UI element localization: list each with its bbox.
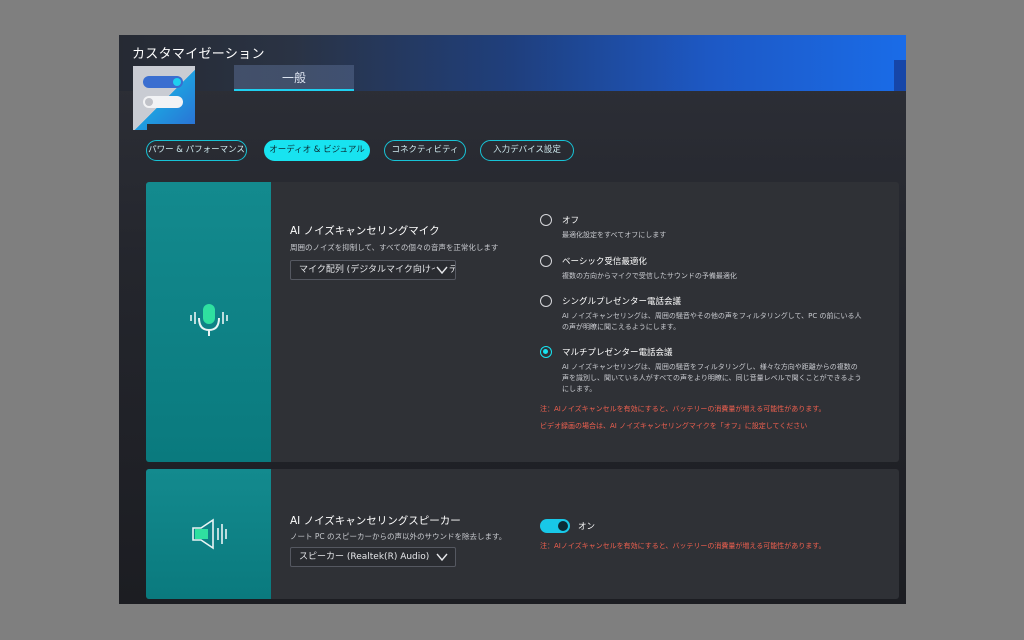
- mic-section-title: AI ノイズキャンセリングマイク: [290, 225, 440, 237]
- radio-multi-presenter[interactable]: [540, 346, 552, 358]
- speaker-section-title: AI ノイズキャンセリングスピーカー: [290, 515, 461, 527]
- option-off-label: オフ: [562, 216, 580, 226]
- customization-window: カスタマイゼーション 一般 パワー & パフォーマンス オーディオ & ビジュア…: [119, 35, 906, 604]
- microphone-icon: [190, 304, 228, 336]
- speaker-section-description: ノート PC のスピーカーからの声以外のサウンドを除去します。: [290, 532, 507, 541]
- mic-noise-cancel-card: AI ノイズキャンセリングマイク 周囲のノイズを抑制して、すべての個々の音声を正…: [146, 182, 899, 462]
- window-title: カスタマイゼーション: [132, 47, 265, 62]
- radio-off[interactable]: [540, 214, 552, 226]
- speaker-toggle-label: オン: [578, 522, 596, 532]
- speaker-device-value: スピーカー (Realtek(R) Audio): [299, 552, 430, 562]
- speaker-side-panel: [146, 469, 271, 599]
- option-basic-label: ベーシック受信最適化: [562, 257, 647, 267]
- mic-device-dropdown[interactable]: マイク配列 (デジタルマイク向けインテル: [290, 260, 456, 280]
- mic-side-panel: [146, 182, 271, 462]
- radio-single-presenter[interactable]: [540, 295, 552, 307]
- option-off-desc: 最適化設定をすべてオフにします: [562, 231, 667, 239]
- tab-power-performance[interactable]: パワー & パフォーマンス: [146, 140, 247, 161]
- tab-general[interactable]: 一般: [234, 65, 354, 91]
- sub-tab-bar: パワー & パフォーマンス オーディオ & ビジュアル コネクティビティ 入力デ…: [119, 140, 906, 162]
- customization-app-icon: [133, 66, 195, 130]
- speaker-battery-warning: 注：AIノイズキャンセルを有効にすると、バッテリーの消費量が増える可能性がありま…: [540, 542, 826, 550]
- option-multi-presenter-desc: AI ノイズキャンセリングは、周囲の騒音をフィルタリングし、様々な方向や距離から…: [562, 363, 862, 393]
- speaker-device-dropdown[interactable]: スピーカー (Realtek(R) Audio): [290, 547, 456, 567]
- tab-input-device-settings[interactable]: 入力デバイス設定: [480, 140, 574, 161]
- option-single-presenter-desc: AI ノイズキャンセリングは、周囲の騒音やその他の声をフィルタリングして、PC …: [562, 312, 862, 331]
- chevron-down-icon: [435, 263, 449, 277]
- tab-audio-visual[interactable]: オーディオ & ビジュアル: [264, 140, 370, 161]
- option-multi-presenter-label: マルチプレゼンター電話会議: [562, 348, 673, 358]
- mic-video-warning: ビデオ録画の場合は、AI ノイズキャンセリングマイクを「オフ」に設定してください: [540, 422, 808, 430]
- speaker-noise-cancel-toggle[interactable]: [540, 519, 570, 533]
- tab-connectivity[interactable]: コネクティビティ: [384, 140, 466, 161]
- mic-device-value: マイク配列 (デジタルマイク向けインテル: [299, 265, 456, 275]
- mic-battery-warning: 注：AIノイズキャンセルを有効にすると、バッテリーの消費量が増える可能性がありま…: [540, 405, 826, 413]
- tab-active-indicator: [234, 89, 354, 91]
- chevron-down-icon: [435, 550, 449, 564]
- option-single-presenter-label: シングルプレゼンター電話会議: [562, 297, 682, 307]
- radio-basic[interactable]: [540, 255, 552, 267]
- speaker-noise-cancel-card: AI ノイズキャンセリングスピーカー ノート PC のスピーカーからの声以外のサ…: [146, 469, 899, 599]
- speaker-icon: [192, 518, 227, 550]
- mic-section-description: 周囲のノイズを抑制して、すべての個々の音声を正常化します: [290, 243, 499, 252]
- option-basic-desc: 複数の方向からマイクで受信したサウンドの予備最適化: [562, 272, 737, 280]
